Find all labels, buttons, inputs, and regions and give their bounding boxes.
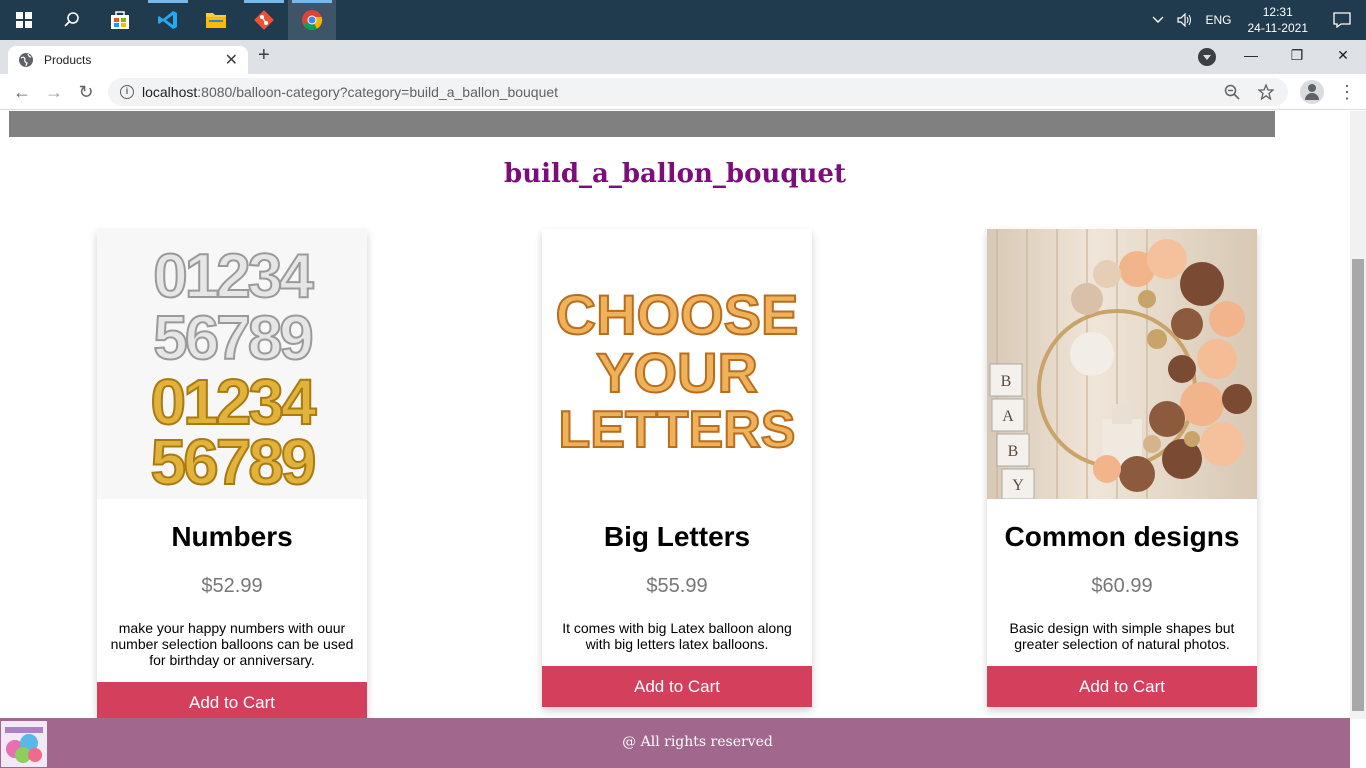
taskbar-vscode-app[interactable]	[144, 0, 192, 40]
product-image-designs: B A B Y	[987, 229, 1257, 499]
clock-time: 12:31	[1262, 5, 1293, 19]
notifications-icon[interactable]	[1318, 12, 1366, 28]
header-band	[9, 111, 1275, 137]
folder-icon	[206, 13, 226, 28]
add-to-cart-button[interactable]: Add to Cart	[542, 666, 812, 707]
product-image-numbers: 01234 56789 01234 56789	[97, 229, 367, 499]
tab-search-icon[interactable]	[1198, 48, 1216, 66]
svg-text:A: A	[1002, 408, 1014, 425]
svg-text:56789: 56789	[151, 426, 315, 498]
taskbar-chrome-app[interactable]	[288, 0, 336, 40]
reload-icon[interactable]: ↻	[74, 80, 98, 104]
start-button[interactable]	[0, 0, 48, 40]
search-icon	[64, 12, 79, 27]
browser-tab-products[interactable]: Products ✕	[8, 46, 248, 74]
page-footer: @ All rights reserved	[0, 718, 1350, 768]
taskbar-git-app[interactable]	[240, 0, 288, 40]
svg-text:CHOOSE: CHOOSE	[556, 283, 799, 346]
forward-arrow-icon[interactable]: →	[42, 80, 66, 104]
globe-icon	[19, 53, 33, 67]
zoom-icon[interactable]	[1224, 84, 1240, 100]
minimize-button[interactable]: —	[1228, 47, 1274, 63]
bookmark-star-icon[interactable]	[1258, 84, 1274, 100]
restore-button[interactable]: ❐	[1274, 47, 1320, 64]
chevron-up-icon[interactable]	[1145, 15, 1171, 25]
svg-text:Y: Y	[1012, 477, 1024, 494]
language-indicator[interactable]: ENG	[1199, 13, 1237, 27]
browser-toolbar: ← → ↻ i localhost:8080/balloon-category?…	[0, 74, 1366, 110]
footer-copyright: @ All rights reserved	[622, 734, 773, 750]
product-description: It comes with big Latex balloon along wi…	[562, 620, 792, 652]
browser-menu-icon[interactable]: ⋮	[1338, 80, 1356, 104]
taskbar-explorer-app[interactable]	[192, 0, 240, 40]
svg-text:B: B	[1008, 443, 1019, 460]
product-image-letters: CHOOSE YOUR LETTERS	[542, 229, 812, 499]
tab-title: Products	[44, 53, 92, 67]
page-scrollbar[interactable]	[1350, 111, 1366, 719]
windows-taskbar: ENG 12:31 24-11-2021	[0, 0, 1366, 40]
scrollbar-thumb[interactable]	[1352, 259, 1364, 711]
chrome-icon	[302, 10, 323, 31]
profile-avatar-icon[interactable]	[1300, 80, 1324, 104]
svg-text:01234: 01234	[153, 242, 314, 311]
clock-date: 24-11-2021	[1247, 21, 1309, 35]
product-description: Basic design with simple shapes but grea…	[1009, 620, 1235, 652]
tab-close-icon[interactable]: ✕	[225, 50, 238, 70]
product-price: $60.99	[1091, 575, 1153, 597]
product-card-common-designs: B A B Y Common designs $60.99 Basic desi…	[987, 229, 1257, 707]
page-viewport: build_a_ballon_bouquet 01234 56789 01234…	[0, 111, 1366, 768]
svg-text:56789: 56789	[153, 304, 312, 373]
product-name: Common designs	[1004, 521, 1240, 552]
windows-logo-icon	[16, 12, 32, 28]
taskbar-store-app[interactable]	[96, 0, 144, 40]
site-info-icon[interactable]: i	[120, 85, 134, 99]
close-window-button[interactable]: ✕	[1320, 47, 1366, 64]
browser-tab-strip: Products ✕	[0, 40, 1366, 74]
product-card-big-letters: CHOOSE YOUR LETTERS Big Letters $55.99 I…	[542, 229, 812, 707]
product-price: $52.99	[201, 575, 263, 597]
back-arrow-icon[interactable]: ←	[10, 80, 34, 104]
volume-icon[interactable]	[1171, 13, 1199, 27]
product-description: make your happy numbers with ouur number…	[110, 620, 354, 668]
svg-text:YOUR: YOUR	[596, 341, 758, 404]
address-bar[interactable]: i localhost:8080/balloon-category?catego…	[108, 78, 1288, 106]
taskbar-search-button[interactable]	[48, 0, 96, 40]
category-title: build_a_ballon_bouquet	[504, 159, 846, 189]
svg-text:B: B	[1001, 373, 1012, 390]
product-name: Numbers	[171, 521, 293, 552]
product-name: Big Letters	[603, 521, 751, 552]
product-price: $55.99	[646, 575, 708, 597]
git-icon	[254, 10, 274, 30]
url-host: localhost	[142, 84, 198, 100]
window-controls: — ❐ ✕	[1228, 40, 1366, 70]
add-to-cart-button[interactable]: Add to Cart	[987, 666, 1257, 707]
taskbar-clock[interactable]: 12:31 24-11-2021	[1238, 4, 1319, 36]
url-path: :8080/balloon-category?category=build_a_…	[197, 84, 559, 100]
vscode-icon	[158, 11, 177, 29]
add-to-cart-button[interactable]: Add to Cart	[97, 682, 367, 723]
svg-text:LETTERS: LETTERS	[559, 401, 796, 459]
product-card-numbers: 01234 56789 01234 56789 Numbers $52.99 m…	[97, 229, 367, 723]
new-tab-button[interactable]: +	[258, 44, 270, 67]
store-icon	[111, 11, 129, 29]
